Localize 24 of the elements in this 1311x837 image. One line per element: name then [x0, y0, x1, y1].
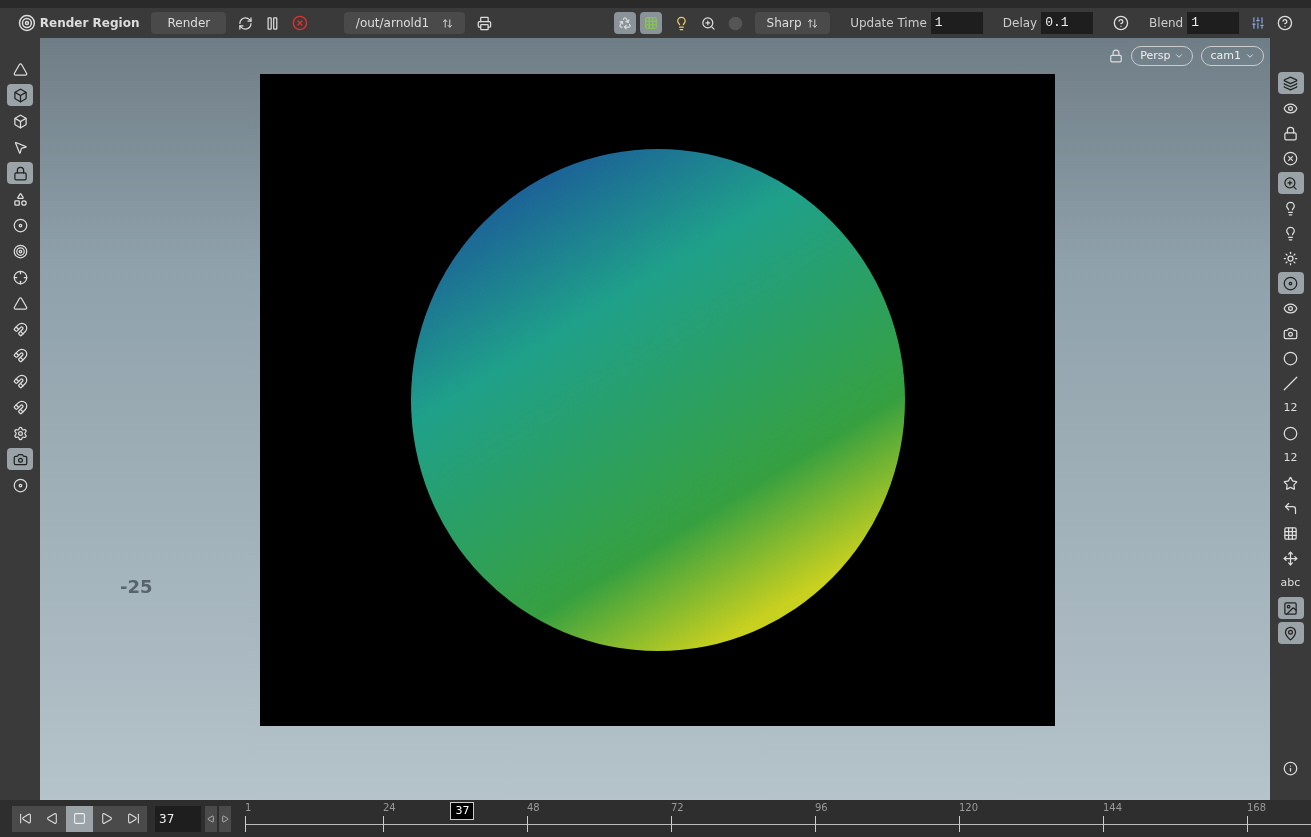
field-label: Blend: [1149, 15, 1184, 32]
frame-tick-label: 72: [671, 801, 684, 814]
number-field[interactable]: 1: [930, 12, 983, 34]
tool-button[interactable]: 12: [1277, 397, 1304, 419]
frame-tick-label: 120: [959, 801, 979, 814]
field-label: Update Time: [850, 15, 927, 32]
render-path-dropdown[interactable]: /out/arnold1: [343, 12, 466, 34]
number-field[interactable]: 1: [1187, 12, 1240, 34]
frame-tick-label: 144: [1103, 801, 1123, 814]
number-field[interactable]: 0.1: [1041, 12, 1094, 34]
playhead-marker[interactable]: 37: [450, 802, 475, 820]
field-label: Delay: [1002, 15, 1038, 32]
tool-button[interactable]: 12: [1277, 447, 1304, 469]
render-button[interactable]: Render: [151, 12, 227, 34]
toolbar-title: Render Region: [39, 15, 140, 32]
grid-label: -25: [120, 575, 154, 599]
frame-tick-label: 96: [815, 801, 828, 814]
frame-tick-label: 48: [527, 801, 540, 814]
frame-tick-label: 168: [1247, 801, 1267, 814]
frame-tick-label: 24: [383, 801, 396, 814]
frame-tick-label: 1: [245, 801, 252, 814]
filter-dropdown[interactable]: Sharp: [754, 12, 831, 34]
tool-button[interactable]: abc: [1277, 572, 1304, 594]
frame-field[interactable]: 37: [155, 805, 201, 832]
